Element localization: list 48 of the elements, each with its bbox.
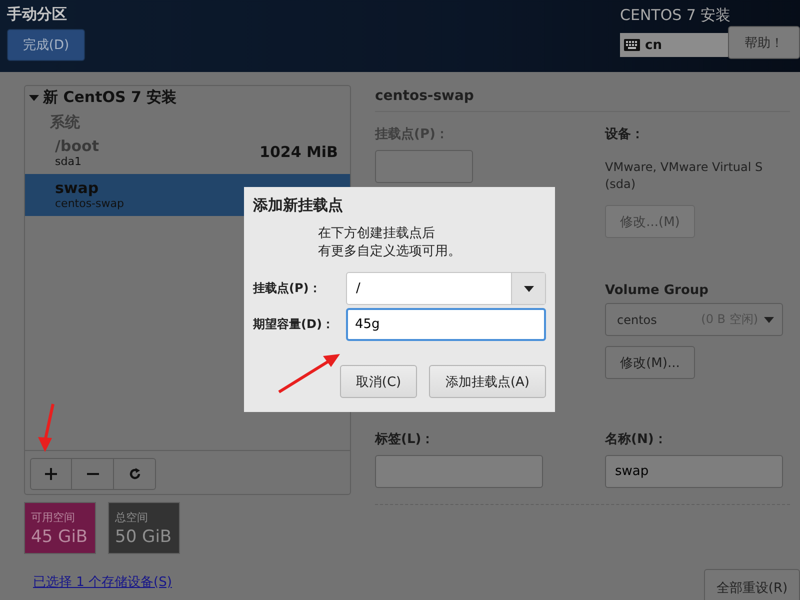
device-text: (sda)	[605, 176, 637, 193]
dialog-title: 添加新挂载点	[253, 196, 344, 215]
screen-title: 手动分区	[7, 5, 68, 24]
storage-devices-link[interactable]: 已选择 1 个存储设备(S)	[33, 573, 172, 591]
product-title: CENTOS 7 安装	[620, 6, 732, 25]
add-mount-point-button[interactable]: 添加挂载点(A)	[429, 365, 546, 398]
mount-point-combo[interactable]: /	[346, 272, 546, 305]
mount-point-field[interactable]	[375, 150, 473, 183]
modify-button[interactable]: 修改(M)...	[605, 346, 695, 379]
label-field[interactable]	[375, 455, 543, 488]
caret-icon	[524, 286, 534, 292]
refresh-button[interactable]	[114, 458, 156, 490]
field-label: Volume Group	[605, 283, 710, 298]
done-button[interactable]: 完成(D)	[7, 29, 85, 61]
space-label: 可用空间	[31, 510, 76, 525]
annotation-arrow	[37, 403, 57, 453]
capacity-field[interactable]: 45g	[346, 308, 546, 341]
partition-name: /boot	[55, 136, 99, 154]
field-label: 期望容量(D)：	[253, 316, 335, 333]
keyboard-icon	[624, 39, 640, 51]
refresh-icon	[128, 468, 140, 480]
space-label: 总空间	[115, 510, 149, 525]
cancel-button[interactable]: 取消(C)	[340, 365, 417, 398]
partition-device: sda1	[55, 154, 82, 168]
keyboard-layout-field[interactable]: cn	[620, 33, 728, 57]
partition-size: 1024 MiB	[260, 143, 338, 161]
help-button[interactable]: 帮助！	[728, 26, 800, 59]
add-icon	[45, 468, 57, 480]
details-title: centos-swap	[375, 85, 790, 112]
dialog-message: 在下方创建挂载点后	[318, 225, 436, 243]
tree-heading[interactable]: 新 CentOS 7 安装	[25, 86, 350, 109]
field-label: 设备：	[605, 126, 645, 143]
field-label: 名称(N)：	[605, 431, 668, 448]
partition-item[interactable]: /boot sda1 1024 MiB	[25, 132, 350, 174]
device-text: VMware, VMware Virtual S	[605, 159, 764, 176]
field-label: 标签(L)：	[375, 431, 436, 448]
partition-name: swap	[55, 178, 100, 196]
space-value: 45 GiB	[31, 527, 89, 547]
annotation-arrow	[277, 352, 341, 394]
expander-icon	[29, 94, 39, 102]
name-field[interactable]: swap	[605, 455, 783, 488]
caret-icon	[764, 316, 774, 322]
space-value: 50 GiB	[115, 527, 173, 547]
field-label: 挂载点(P)：	[253, 280, 322, 297]
add-button[interactable]	[30, 458, 72, 490]
dialog-message: 有更多自定义选项可用。	[318, 243, 462, 261]
partition-device: centos-swap	[55, 196, 124, 210]
reset-all-button[interactable]: 全部重设(R)	[704, 569, 800, 600]
